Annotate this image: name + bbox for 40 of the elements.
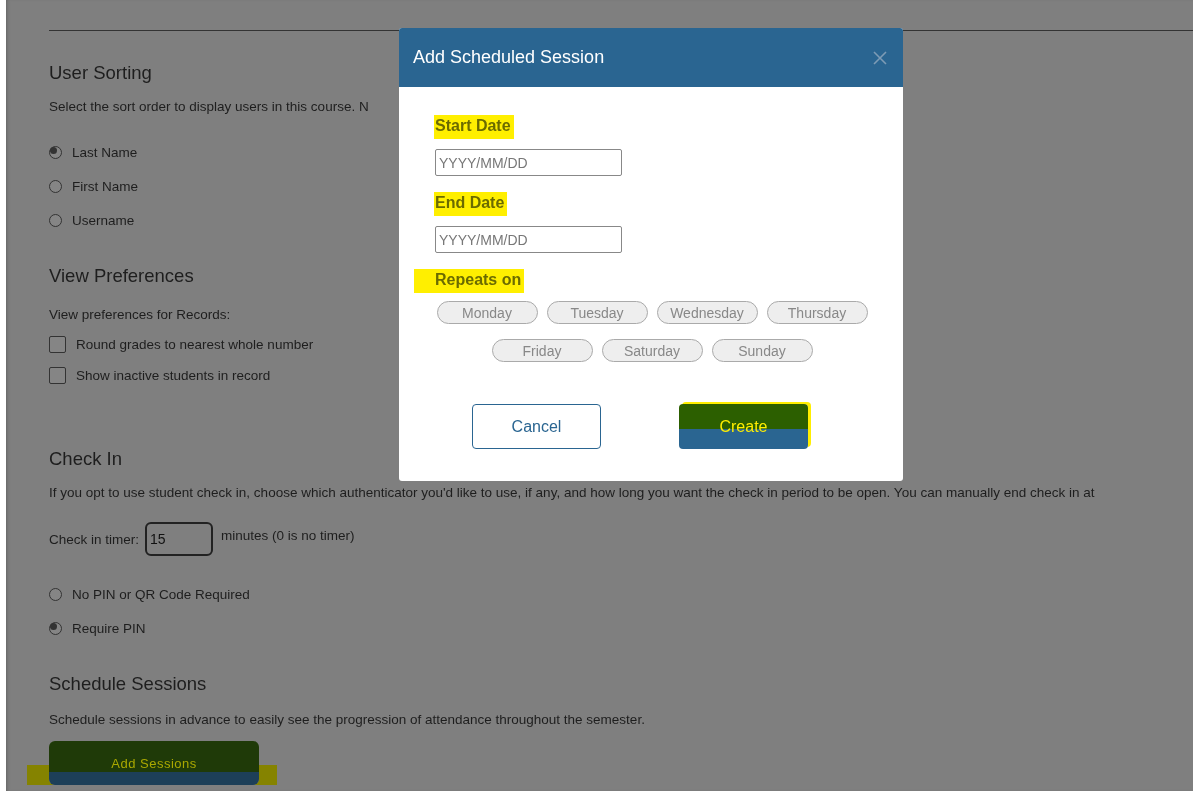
section-heading: Check In <box>49 448 122 470</box>
day-toggle[interactable]: Sunday <box>711 339 813 362</box>
day-toggle[interactable]: Thursday <box>766 301 868 324</box>
date-field[interactable]: YYYY/MM/DD <box>435 226 622 253</box>
day-toggle[interactable]: Wednesday <box>656 301 758 324</box>
section-description: If you opt to use student check in, choose which authenticator you'd like to use, if any, and how long you want the check in period to be open. You can manually end check in at <box>49 485 1095 500</box>
cancel-button[interactable]: Cancel <box>472 404 601 449</box>
radio-button[interactable] <box>49 587 62 601</box>
section-description: View preferences for Records: <box>49 307 231 322</box>
section-description: Schedule sessions in advance to easily see the progression of attendance throughout the semester. <box>49 712 645 727</box>
field-label: End Date <box>434 192 508 216</box>
repeats-label: Repeats on <box>414 269 525 293</box>
dialog-title: Add Scheduled Session <box>413 47 605 68</box>
section-heading: View Preferences <box>49 265 194 287</box>
radio-label: First Name <box>72 178 138 194</box>
checkbox-label: Round grades to nearest whole number <box>76 336 314 352</box>
field-label: Start Date <box>434 115 514 139</box>
timer-input[interactable]: 15 <box>145 522 214 556</box>
radio-label: No PIN or QR Code Required <box>72 586 250 602</box>
section-heading: User Sorting <box>49 62 152 84</box>
checkbox[interactable] <box>49 366 66 384</box>
radio-button[interactable] <box>49 213 62 227</box>
close-icon[interactable] <box>873 50 887 65</box>
section-heading: Schedule Sessions <box>49 673 207 695</box>
radio-button[interactable] <box>49 179 62 193</box>
day-toggle[interactable]: Tuesday <box>546 301 648 324</box>
day-toggle[interactable]: Monday <box>436 301 538 324</box>
section-description: Select the sort order to display users in this course. N <box>49 99 369 114</box>
timer-hint: minutes (0 is no timer) <box>221 528 355 543</box>
radio-label: Username <box>72 212 135 228</box>
radio-button[interactable] <box>49 145 62 159</box>
radio-button[interactable] <box>49 621 62 635</box>
radio-label: Require PIN <box>72 620 146 636</box>
checkbox[interactable] <box>49 335 66 353</box>
day-toggle[interactable]: Saturday <box>601 339 703 362</box>
checkbox-label: Show inactive students in record <box>76 367 271 383</box>
day-toggle[interactable]: Friday <box>491 339 593 362</box>
radio-label: Last Name <box>72 144 138 160</box>
timer-label: Check in timer: <box>49 531 140 547</box>
date-field[interactable]: YYYY/MM/DD <box>435 149 622 176</box>
